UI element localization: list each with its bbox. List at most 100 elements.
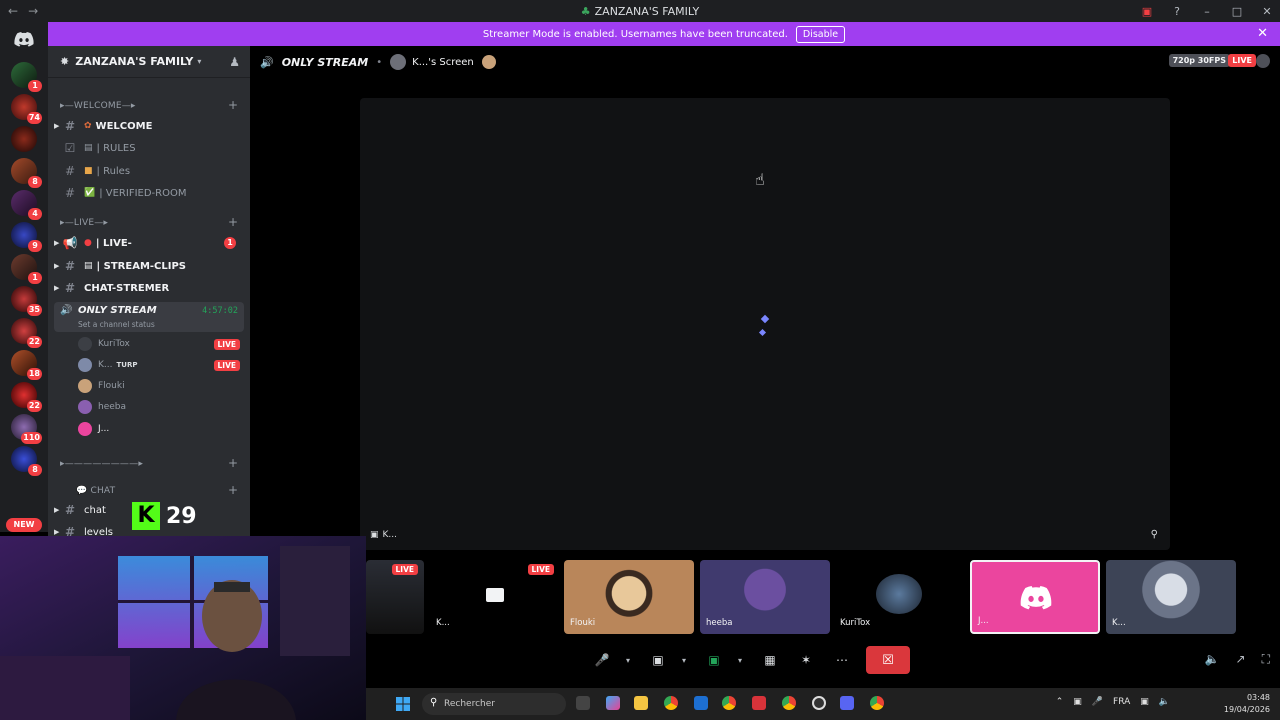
chevron-down-icon[interactable]: ▾ <box>626 656 634 665</box>
chevron-up-icon[interactable]: ⌃ <box>1056 697 1064 707</box>
participant-tile[interactable]: J... <box>970 560 1100 634</box>
discord-home-icon[interactable] <box>11 28 37 50</box>
chrome-icon[interactable] <box>782 696 796 710</box>
close-icon[interactable]: ✕ <box>1257 26 1268 41</box>
voice-user-name: J... <box>98 424 110 434</box>
clock-date: 19/04/2026 <box>1223 705 1270 714</box>
server-icon[interactable] <box>11 126 37 152</box>
language-indicator[interactable]: FRA <box>1113 697 1130 707</box>
help-icon[interactable]: ? <box>1170 5 1184 18</box>
channel-name: chat <box>84 504 106 516</box>
taskbar-clock[interactable]: 03:48 19/04/2026 <box>1224 692 1270 716</box>
activities-icon[interactable]: ▦ <box>758 648 782 672</box>
voice-user[interactable]: K... TURP LIVE <box>78 356 242 374</box>
voice-user[interactable]: KuriTox LIVE <box>78 335 242 353</box>
chat-bubble-icon[interactable] <box>1256 54 1270 68</box>
chrome-icon[interactable] <box>664 696 678 710</box>
close-window-button[interactable]: ✕ <box>1260 5 1274 18</box>
wps-icon[interactable] <box>752 696 766 710</box>
server-header[interactable]: ✸ ZANZANA'S FAMILY ▾ ♟ <box>48 46 250 78</box>
volume-icon[interactable]: 🔈 <box>1205 652 1220 667</box>
screen-owner-label: K...'s Screen <box>412 56 474 68</box>
server-settings-icon: ✸ <box>60 55 70 68</box>
channel-name: | RULES <box>96 142 136 154</box>
screen-share-button[interactable]: ▣ <box>702 648 726 672</box>
avatar <box>78 400 92 414</box>
loading-indicator-icon <box>758 328 767 337</box>
participant-tile[interactable]: LIVE K... <box>430 560 560 634</box>
network-icon[interactable]: ▣ <box>1140 697 1149 707</box>
separator-icon: • <box>376 56 383 68</box>
obs-icon[interactable] <box>812 696 826 710</box>
stream-view[interactable]: ☝ ▣ K... ⚲ <box>360 98 1170 550</box>
camera-icon[interactable]: ▣ <box>1073 697 1082 707</box>
task-view-icon[interactable] <box>576 696 590 710</box>
category-separator[interactable]: ▸————————▸ <box>60 459 143 469</box>
chrome-icon[interactable] <box>722 696 736 710</box>
zoom-icon[interactable]: ⚲ <box>1151 529 1158 540</box>
disconnect-button[interactable]: ☒ <box>866 646 910 674</box>
channel-rules-2[interactable]: # ■ | Rules <box>54 161 244 181</box>
volume-icon[interactable]: 🔈 <box>1159 697 1170 707</box>
channel-name: levels <box>84 526 113 537</box>
stream-header: 🔊 ONLY STREAM • K...'s Screen 720p 30FPS… <box>250 46 1280 78</box>
disable-streamer-mode-button[interactable]: Disable <box>795 25 846 43</box>
voice-user[interactable]: Flouki <box>78 377 242 395</box>
channel-verified-room[interactable]: # ✅ | VERIFIED-ROOM <box>54 183 244 203</box>
category-welcome[interactable]: ▸—WELCOME—▸ <box>60 101 136 111</box>
channel-status[interactable]: Set a channel status <box>78 320 155 329</box>
pop-out-icon[interactable]: ↗ <box>1236 652 1246 667</box>
windows-start-icon[interactable] <box>396 697 410 711</box>
fullscreen-icon[interactable]: ⛶ <box>1262 652 1270 667</box>
kick-count: 29 <box>166 503 197 529</box>
participant-tile[interactable]: KuriTox <box>834 560 964 634</box>
server-leaf-icon: ♣ <box>580 4 591 18</box>
channel-welcome[interactable]: ▶ # ✿ WELCOME <box>54 116 244 136</box>
chrome-icon[interactable] <box>870 696 884 710</box>
app-icon[interactable] <box>694 696 708 710</box>
add-channel-icon[interactable]: + <box>228 483 238 497</box>
microphone-icon[interactable]: 🎤 <box>590 648 614 672</box>
participant-tile[interactable]: K... <box>1106 560 1236 634</box>
text-channel-icon: # <box>64 259 76 273</box>
participant-tile[interactable]: LIVE <box>366 560 424 634</box>
soundboard-icon[interactable]: ✶ <box>794 648 818 672</box>
channel-rules[interactable]: ☑ ▤ | RULES <box>54 138 244 158</box>
chevron-down-icon[interactable]: ▾ <box>738 656 746 665</box>
invite-people-icon[interactable]: ♟ <box>229 55 240 69</box>
microphone-icon[interactable]: 🎤 <box>1092 697 1103 707</box>
channel-chat-streamer[interactable]: ▶ # CHAT-STREMER <box>54 278 244 298</box>
forward-arrow-icon[interactable]: → <box>28 4 38 18</box>
discord-taskbar-icon[interactable] <box>840 696 854 710</box>
channel-stream-clips[interactable]: ▶ # ▤ | STREAM-CLIPS <box>54 256 244 276</box>
announcement-channel-icon: 📢 <box>62 236 78 250</box>
unread-marker-icon: ▶ <box>54 528 60 536</box>
category-live[interactable]: ▸—LIVE—▸ <box>60 218 108 228</box>
chevron-down-icon[interactable]: ▾ <box>682 656 690 665</box>
minimize-button[interactable]: – <box>1200 5 1214 18</box>
copilot-icon[interactable] <box>606 696 620 710</box>
webcam-overlay <box>0 536 366 720</box>
channel-live[interactable]: ▶ 📢 ● | LIVE- 1 <box>54 233 244 253</box>
server-badge: 22 <box>26 336 42 348</box>
back-arrow-icon[interactable]: ← <box>8 4 18 18</box>
add-channel-icon[interactable]: + <box>228 98 238 112</box>
taskbar-search[interactable]: ⚲ Rechercher <box>422 693 566 715</box>
participant-tile[interactable]: heeba <box>700 560 830 634</box>
screen-share-icon[interactable]: ▣ <box>1140 5 1154 18</box>
voice-channel-only-stream[interactable]: 🔊 ONLY STREAM Set a channel status 4:57:… <box>54 302 244 332</box>
more-options-icon[interactable]: ⋯ <box>830 648 854 672</box>
voice-channel-icon: 🔊 <box>60 305 73 316</box>
scroll-emoji-icon: ■ <box>84 166 93 176</box>
maximize-button[interactable]: □ <box>1230 5 1244 18</box>
voice-user-name: heeba <box>98 402 127 412</box>
category-chat[interactable]: 💬 CHAT <box>76 486 115 496</box>
add-channel-icon[interactable]: + <box>228 456 238 470</box>
participant-tile[interactable]: Flouki <box>564 560 694 634</box>
voice-user[interactable]: heeba <box>78 398 242 416</box>
voice-user[interactable]: J... <box>78 420 242 438</box>
camera-off-icon[interactable]: ▣ <box>646 648 670 672</box>
add-channel-icon[interactable]: + <box>228 215 238 229</box>
file-explorer-icon[interactable] <box>634 696 648 710</box>
rules-channel-icon: ☑ <box>64 141 76 155</box>
